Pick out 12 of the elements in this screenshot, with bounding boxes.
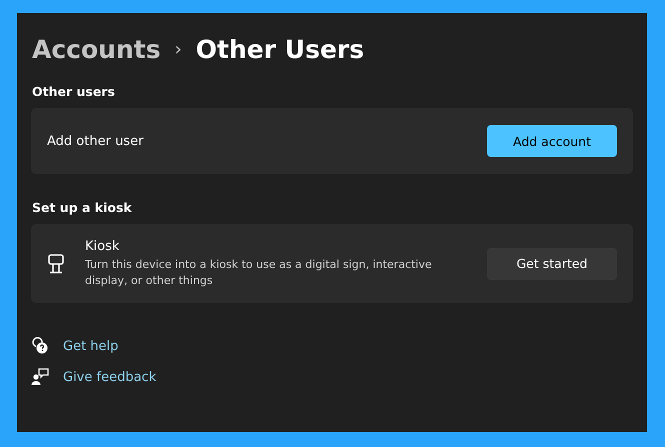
add-account-button[interactable]: Add account [487, 125, 617, 157]
breadcrumb-parent[interactable]: Accounts [32, 35, 161, 64]
card-title: Add other user [47, 134, 144, 148]
card-description: Turn this device into a kiosk to use as a digital sign, interactive display, or other things [85, 256, 433, 288]
help-link[interactable]: Get help [63, 338, 118, 354]
page-title: Other Users [196, 35, 364, 64]
section-heading: Other users [32, 84, 116, 99]
section-heading: Set up a kiosk [32, 200, 133, 215]
breadcrumb-separator: › [174, 39, 182, 60]
get-started-button[interactable]: Get started [487, 248, 617, 280]
feedback-link[interactable]: Give feedback [63, 370, 156, 384]
card-title: Kiosk [85, 238, 120, 254]
